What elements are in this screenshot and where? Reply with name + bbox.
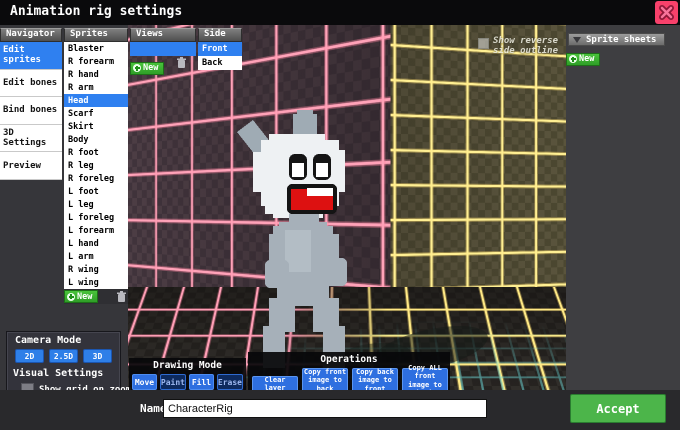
nav-item-edit-bones[interactable]: Edit bones xyxy=(0,70,62,98)
nav-item-preview[interactable]: Preview xyxy=(0,152,62,180)
sprite-row[interactable]: R hand xyxy=(64,68,128,81)
show-reverse-outline-row[interactable]: Show reverse side outline xyxy=(478,36,558,56)
navigator-list: Edit sprites Edit bones Bind bones 3D Se… xyxy=(0,42,62,180)
sprite-row[interactable]: R forearm xyxy=(64,55,128,68)
navigator-header: Navigator xyxy=(0,28,62,42)
visual-settings-title: Visual Settings xyxy=(13,368,120,379)
sprite-row[interactable]: Body xyxy=(64,133,128,146)
sprite-sheets-label: Sprite sheets xyxy=(586,35,656,45)
show-reverse-label: Show reverse side outline xyxy=(493,36,558,56)
sprite-row[interactable]: R arm xyxy=(64,81,128,94)
camera-mode-25d-button[interactable]: 2.5D xyxy=(49,349,78,363)
sprite-row[interactable]: R foot xyxy=(64,146,128,159)
sprite-row[interactable]: Scarf xyxy=(64,107,128,120)
tool-fill-button[interactable]: Fill xyxy=(189,374,214,390)
sprite-row[interactable]: L forearm xyxy=(64,224,128,237)
plus-circle-icon xyxy=(133,64,141,72)
sprite-row[interactable]: L foot xyxy=(64,185,128,198)
sprite-row[interactable]: R leg xyxy=(64,159,128,172)
nav-item-3d-settings[interactable]: 3D Settings xyxy=(0,125,62,153)
tool-move-button[interactable]: Move xyxy=(132,374,157,390)
new-view-button[interactable]: New xyxy=(130,62,164,75)
plus-circle-icon xyxy=(67,293,75,301)
plus-circle-icon xyxy=(569,55,577,63)
new-sprite-button[interactable]: New xyxy=(64,290,98,303)
sprite-row[interactable]: L leg xyxy=(64,198,128,211)
viewport-canvas[interactable]: Show reverse side outline xyxy=(128,25,566,390)
character-sprite xyxy=(233,110,363,375)
x-icon xyxy=(659,5,674,20)
sprite-row[interactable]: R wing xyxy=(64,263,128,276)
close-button[interactable] xyxy=(655,1,678,24)
camera-mode-title: Camera Mode xyxy=(15,335,120,346)
sprite-row[interactable]: L arm xyxy=(64,250,128,263)
sprites-list: Blaster R forearm R hand R arm Head Scar… xyxy=(64,42,128,289)
new-sprite-sheet-button[interactable]: New xyxy=(566,53,600,66)
sprites-header: Sprites xyxy=(64,28,128,42)
sprite-row[interactable]: R foreleg xyxy=(64,172,128,185)
side-option-front[interactable]: Front xyxy=(198,42,242,56)
sprite-sheets-header[interactable]: Sprite sheets xyxy=(568,33,665,46)
sprite-row[interactable]: L foreleg xyxy=(64,211,128,224)
views-header: Views xyxy=(130,28,196,42)
delete-sprite-trash-icon[interactable] xyxy=(117,291,126,302)
tool-erase-button[interactable]: Erase xyxy=(217,374,243,390)
nav-item-edit-sprites[interactable]: Edit sprites xyxy=(0,42,62,70)
sprite-row[interactable]: L hand xyxy=(64,237,128,250)
animation-rig-settings-window: Show reverse side outline Sprite sheets … xyxy=(0,0,680,430)
rig-name-input[interactable] xyxy=(163,399,487,418)
sprite-row-selected[interactable]: Head xyxy=(64,94,128,107)
sprite-sheets-panel: Sprite sheets New xyxy=(566,25,680,390)
delete-view-trash-icon[interactable] xyxy=(177,57,186,68)
camera-mode-2d-button[interactable]: 2D xyxy=(15,349,44,363)
sprite-row[interactable]: Blaster xyxy=(64,42,128,55)
camera-mode-3d-button[interactable]: 3D xyxy=(83,349,112,363)
sprite-row[interactable]: L wing xyxy=(64,276,128,289)
sprite-row[interactable]: Skirt xyxy=(64,120,128,133)
view-row-selected[interactable] xyxy=(130,42,196,56)
page-title: Animation rig settings xyxy=(10,4,182,19)
drawing-mode-title: Drawing Mode xyxy=(129,360,246,371)
accept-button[interactable]: Accept xyxy=(570,394,666,423)
triangle-down-icon xyxy=(573,37,581,43)
tool-paint-button[interactable]: Paint xyxy=(160,374,186,390)
side-header: Side xyxy=(198,28,242,42)
nav-item-bind-bones[interactable]: Bind bones xyxy=(0,97,62,125)
sprites-footer: New xyxy=(64,289,128,304)
side-option-back[interactable]: Back xyxy=(198,56,242,70)
show-reverse-checkbox[interactable] xyxy=(478,38,489,49)
